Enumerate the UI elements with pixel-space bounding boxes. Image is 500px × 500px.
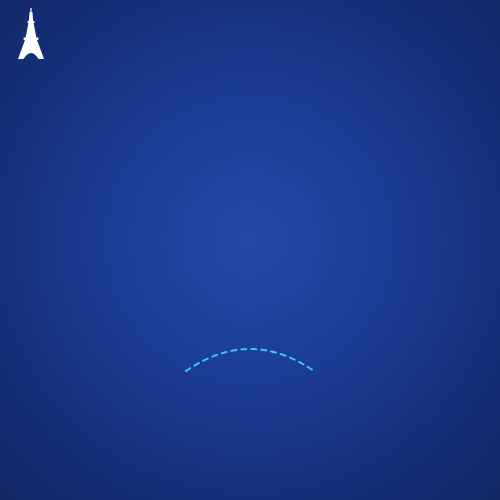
splash-screen <box>0 0 500 500</box>
eiffel-tower-icon <box>18 8 44 59</box>
loading-spinner-icon <box>185 348 315 372</box>
